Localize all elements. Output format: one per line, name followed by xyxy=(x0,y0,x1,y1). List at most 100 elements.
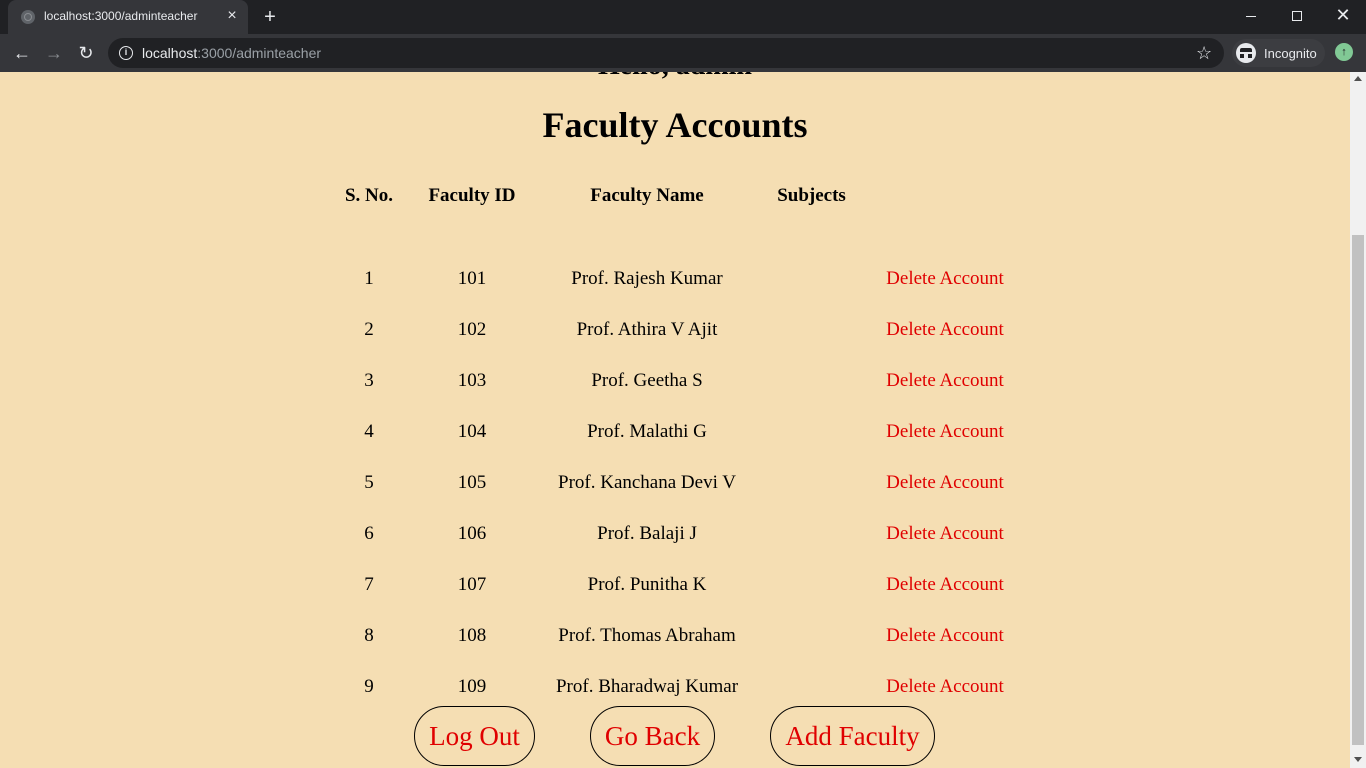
cell-faculty-name: Prof. Rajesh Kumar xyxy=(571,267,723,289)
delete-account-link[interactable]: Delete Account xyxy=(886,574,1004,595)
cell-faculty-id: 104 xyxy=(457,420,487,442)
table-row: 8 108 Prof. Thomas Abraham Delete Accoun… xyxy=(335,610,1020,661)
back-button[interactable]: ← xyxy=(9,40,35,66)
header-faculty-id: Faculty ID xyxy=(428,185,516,206)
tab-title: localhost:3000/adminteacher xyxy=(44,9,198,23)
page-title: Faculty Accounts xyxy=(542,105,808,145)
header-subjects: Subjects xyxy=(777,185,846,206)
cell-sno: 6 xyxy=(364,522,374,544)
table-row: 3 103 Prof. Geetha S Delete Account xyxy=(335,355,1020,406)
forward-button[interactable]: → xyxy=(41,40,67,66)
restore-icon xyxy=(1292,11,1302,22)
cell-faculty-name: Prof. Athira V Ajit xyxy=(576,318,718,340)
cell-sno: 4 xyxy=(364,420,374,442)
delete-account-link[interactable]: Delete Account xyxy=(886,472,1004,493)
go-back-button[interactable]: Go Back xyxy=(590,706,715,766)
delete-account-link[interactable]: Delete Account xyxy=(886,676,1004,697)
delete-account-link[interactable]: Delete Account xyxy=(886,523,1004,544)
delete-account-link[interactable]: Delete Account xyxy=(886,421,1004,442)
cell-action: Delete Account xyxy=(870,304,1020,355)
cell-action: Delete Account xyxy=(870,253,1020,304)
table-row: 5 105 Prof. Kanchana Devi V Delete Accou… xyxy=(335,457,1020,508)
scroll-up-arrow-icon[interactable] xyxy=(1354,76,1362,81)
cell-subjects xyxy=(753,610,870,661)
minimize-icon xyxy=(1246,15,1256,17)
close-window-button[interactable]: ✕ xyxy=(1320,0,1366,30)
header-sno: S. No. xyxy=(344,185,394,206)
cell-subjects xyxy=(753,457,870,508)
update-icon[interactable]: ↑ xyxy=(1335,43,1353,61)
cell-faculty-id: 102 xyxy=(457,318,487,340)
cell-subjects xyxy=(753,355,870,406)
header-spacer xyxy=(335,215,1020,253)
spacer-cell xyxy=(335,215,1020,253)
cell-action: Delete Account xyxy=(870,457,1020,508)
table-header-row: S. No. Faculty ID Faculty Name Subjects xyxy=(335,177,1020,215)
table-row: 1 101 Prof. Rajesh Kumar Delete Account xyxy=(335,253,1020,304)
cell-sno: 3 xyxy=(364,369,374,391)
cell-subjects xyxy=(753,253,870,304)
cell-sno: 7 xyxy=(364,573,374,595)
header-faculty-name: Faculty Name xyxy=(590,185,704,206)
delete-account-link[interactable]: Delete Account xyxy=(886,370,1004,391)
greeting-heading: Hello, admin xyxy=(0,72,1350,82)
delete-account-link[interactable]: Delete Account xyxy=(886,625,1004,646)
cell-faculty-name: Prof. Bharadwaj Kumar xyxy=(555,675,739,697)
cell-subjects xyxy=(753,508,870,559)
cell-action: Delete Account xyxy=(870,559,1020,610)
header-actions xyxy=(870,177,1020,215)
delete-account-link[interactable]: Delete Account xyxy=(886,268,1004,289)
cell-sno: 8 xyxy=(364,624,374,646)
scroll-thumb[interactable] xyxy=(1352,235,1364,745)
close-tab-icon[interactable]: × xyxy=(224,8,240,24)
cell-faculty-name: Prof. Balaji J xyxy=(597,522,697,544)
cell-faculty-name: Prof. Geetha S xyxy=(591,369,703,391)
cell-subjects xyxy=(753,559,870,610)
cell-faculty-id: 101 xyxy=(457,267,487,289)
cell-faculty-id: 103 xyxy=(457,369,487,391)
faculty-table: S. No. Faculty ID Faculty Name Subjects … xyxy=(335,177,1020,712)
tab-strip: localhost:3000/adminteacher × + ✕ xyxy=(0,0,1366,34)
browser-tab[interactable]: localhost:3000/adminteacher × xyxy=(8,0,248,34)
scroll-down-arrow-icon[interactable] xyxy=(1354,757,1362,762)
cell-sno: 2 xyxy=(364,318,374,340)
incognito-indicator[interactable]: Incognito xyxy=(1232,39,1325,67)
table-row: 9 109 Prof. Bharadwaj Kumar Delete Accou… xyxy=(335,661,1020,712)
browser-chrome: localhost:3000/adminteacher × + ✕ ← → ↻ … xyxy=(0,0,1366,72)
restore-button[interactable] xyxy=(1274,0,1320,30)
cell-faculty-id: 109 xyxy=(457,675,487,697)
logout-button[interactable]: Log Out xyxy=(414,706,535,766)
reload-button[interactable]: ↻ xyxy=(73,40,99,66)
cell-subjects xyxy=(753,406,870,457)
cell-subjects xyxy=(753,304,870,355)
table-row: 6 106 Prof. Balaji J Delete Account xyxy=(335,508,1020,559)
new-tab-button[interactable]: + xyxy=(258,6,282,28)
cell-faculty-name: Prof. Kanchana Devi V xyxy=(558,471,736,493)
table-row: 4 104 Prof. Malathi G Delete Account xyxy=(335,406,1020,457)
url-path: :3000/adminteacher xyxy=(197,45,322,61)
table-row: 2 102 Prof. Athira V Ajit Delete Account xyxy=(335,304,1020,355)
cell-action: Delete Account xyxy=(870,406,1020,457)
url-host: localhost xyxy=(142,45,198,61)
bookmark-star-icon[interactable]: ☆ xyxy=(1196,42,1212,64)
table-row: 7 107 Prof. Punitha K Delete Account xyxy=(335,559,1020,610)
globe-icon xyxy=(21,10,35,24)
cell-faculty-id: 105 xyxy=(457,471,487,493)
cell-sno: 9 xyxy=(364,675,374,697)
delete-account-link[interactable]: Delete Account xyxy=(886,319,1004,340)
vertical-scrollbar[interactable] xyxy=(1350,72,1366,768)
info-icon[interactable]: i xyxy=(119,46,133,60)
cell-action: Delete Account xyxy=(870,610,1020,661)
minimize-button[interactable] xyxy=(1228,0,1274,30)
cell-faculty-name: Prof. Malathi G xyxy=(587,420,707,442)
cell-subjects xyxy=(753,661,870,712)
page-viewport: Hello, admin Faculty Accounts S. No. Fac… xyxy=(0,72,1350,768)
cell-faculty-id: 108 xyxy=(457,624,487,646)
url-text[interactable]: localhost:3000/adminteacher xyxy=(142,45,321,61)
add-faculty-button[interactable]: Add Faculty xyxy=(770,706,935,766)
cell-faculty-id: 106 xyxy=(457,522,487,544)
incognito-icon xyxy=(1236,43,1256,63)
cell-faculty-name: Prof. Thomas Abraham xyxy=(558,624,736,646)
address-bar[interactable]: i localhost:3000/adminteacher ☆ xyxy=(108,38,1224,68)
cell-sno: 5 xyxy=(364,471,374,493)
